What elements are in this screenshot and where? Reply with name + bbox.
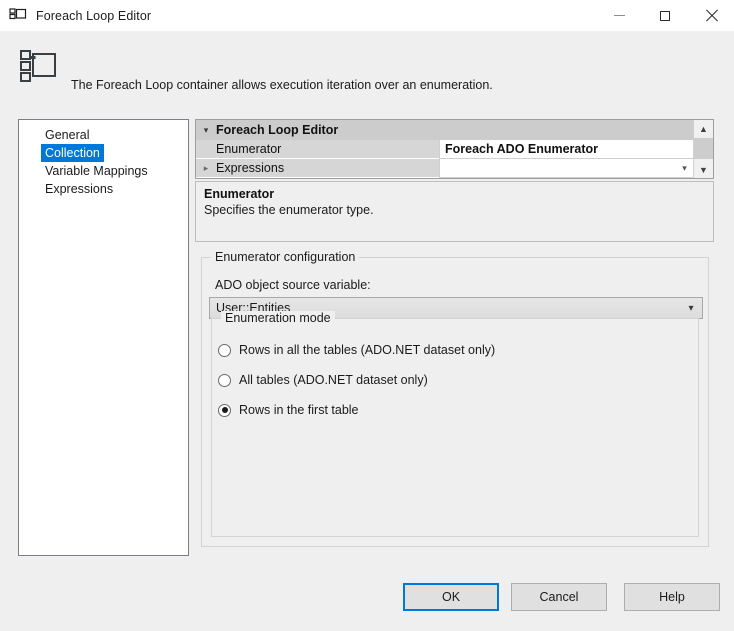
dialog-banner: The Foreach Loop container allows execut…	[0, 31, 734, 100]
minimize-button[interactable]	[596, 0, 642, 31]
radio-button-icon[interactable]	[218, 373, 231, 387]
property-name-expressions: Expressions	[216, 160, 285, 175]
property-value-text: Foreach ADO Enumerator	[445, 141, 599, 156]
dialog-footer: OK Cancel Help	[0, 570, 734, 631]
radio-rows-in-first-table[interactable]: Rows in the first table	[218, 401, 359, 419]
ado-variable-label: ADO object source variable:	[215, 278, 371, 292]
ok-button[interactable]: OK	[403, 583, 499, 611]
property-grid[interactable]: ▾ Foreach Loop Editor Enumerator Foreach…	[195, 119, 714, 179]
page-list[interactable]: General Collection Variable Mappings Exp…	[18, 119, 189, 556]
radio-label: Rows in all the tables (ADO.NET dataset …	[239, 343, 496, 357]
minimize-icon	[613, 15, 625, 16]
close-button[interactable]	[688, 0, 734, 31]
property-value-expressions[interactable]: ▾	[439, 159, 693, 178]
foreach-loop-large-icon	[18, 46, 58, 86]
foreach-loop-editor-dialog: Foreach Loop Editor The Foreach Loop con…	[0, 0, 734, 631]
property-description-panel: Enumerator Specifies the enumerator type…	[195, 181, 714, 242]
sidebar-item-collection[interactable]: Collection	[41, 144, 104, 162]
radio-all-tables[interactable]: All tables (ADO.NET dataset only)	[218, 371, 428, 389]
radio-rows-in-all-tables[interactable]: Rows in all the tables (ADO.NET dataset …	[218, 341, 495, 359]
chevron-right-icon[interactable]: ▸	[196, 159, 216, 177]
enumeration-mode-group: Enumeration mode Rows in all the tables …	[211, 311, 699, 537]
property-name-cell: ▸ Expressions	[196, 159, 439, 178]
scrollbar-thumb[interactable]	[694, 138, 713, 159]
maximize-icon	[660, 10, 670, 21]
chevron-down-icon[interactable]: ▾	[680, 303, 702, 314]
property-row-enumerator[interactable]: Enumerator Foreach ADO Enumerator	[196, 140, 693, 159]
chevron-down-icon[interactable]: ▾	[676, 159, 693, 177]
help-button[interactable]: Help	[624, 583, 720, 611]
property-grid-scrollbar[interactable]: ▲ ▼	[693, 120, 713, 178]
sidebar-item-general[interactable]: General	[19, 126, 188, 144]
enumerator-configuration-group: Enumerator configuration ADO object sour…	[201, 250, 709, 547]
description-title: Enumerator	[204, 187, 275, 201]
sidebar-item-expressions[interactable]: Expressions	[19, 180, 188, 198]
enumerator-configuration-legend: Enumerator configuration	[211, 250, 360, 264]
enumeration-mode-legend: Enumeration mode	[221, 311, 335, 325]
property-grid-rows: ▾ Foreach Loop Editor Enumerator Foreach…	[196, 120, 693, 178]
scroll-up-arrow-icon[interactable]: ▲	[694, 120, 713, 137]
window-controls	[596, 0, 734, 31]
property-name-enumerator: Enumerator	[216, 141, 282, 156]
window-title: Foreach Loop Editor	[36, 8, 152, 23]
property-value-enumerator[interactable]: Foreach ADO Enumerator	[439, 140, 693, 159]
property-name-cell: Enumerator	[196, 140, 439, 159]
collection-page: ▾ Foreach Loop Editor Enumerator Foreach…	[195, 119, 714, 556]
radio-label: Rows in the first table	[239, 403, 359, 417]
title-bar: Foreach Loop Editor	[0, 0, 734, 31]
close-icon	[705, 9, 718, 22]
radio-label: All tables (ADO.NET dataset only)	[239, 373, 428, 387]
radio-button-icon[interactable]	[218, 343, 231, 357]
sidebar-item-variable-mappings[interactable]: Variable Mappings	[19, 162, 188, 180]
foreach-loop-icon	[9, 7, 27, 24]
scroll-down-arrow-icon[interactable]: ▼	[694, 161, 713, 178]
property-grid-category-label: Foreach Loop Editor	[216, 123, 339, 137]
property-grid-category-header[interactable]: ▾ Foreach Loop Editor	[196, 120, 693, 140]
property-row-expressions[interactable]: ▸ Expressions ▾	[196, 159, 693, 178]
banner-description: The Foreach Loop container allows execut…	[71, 78, 493, 92]
radio-button-selected-icon[interactable]	[218, 403, 231, 417]
chevron-down-icon[interactable]: ▾	[196, 120, 216, 140]
cancel-button[interactable]: Cancel	[511, 583, 607, 611]
description-body: Specifies the enumerator type.	[204, 203, 374, 217]
maximize-button[interactable]	[642, 0, 688, 31]
